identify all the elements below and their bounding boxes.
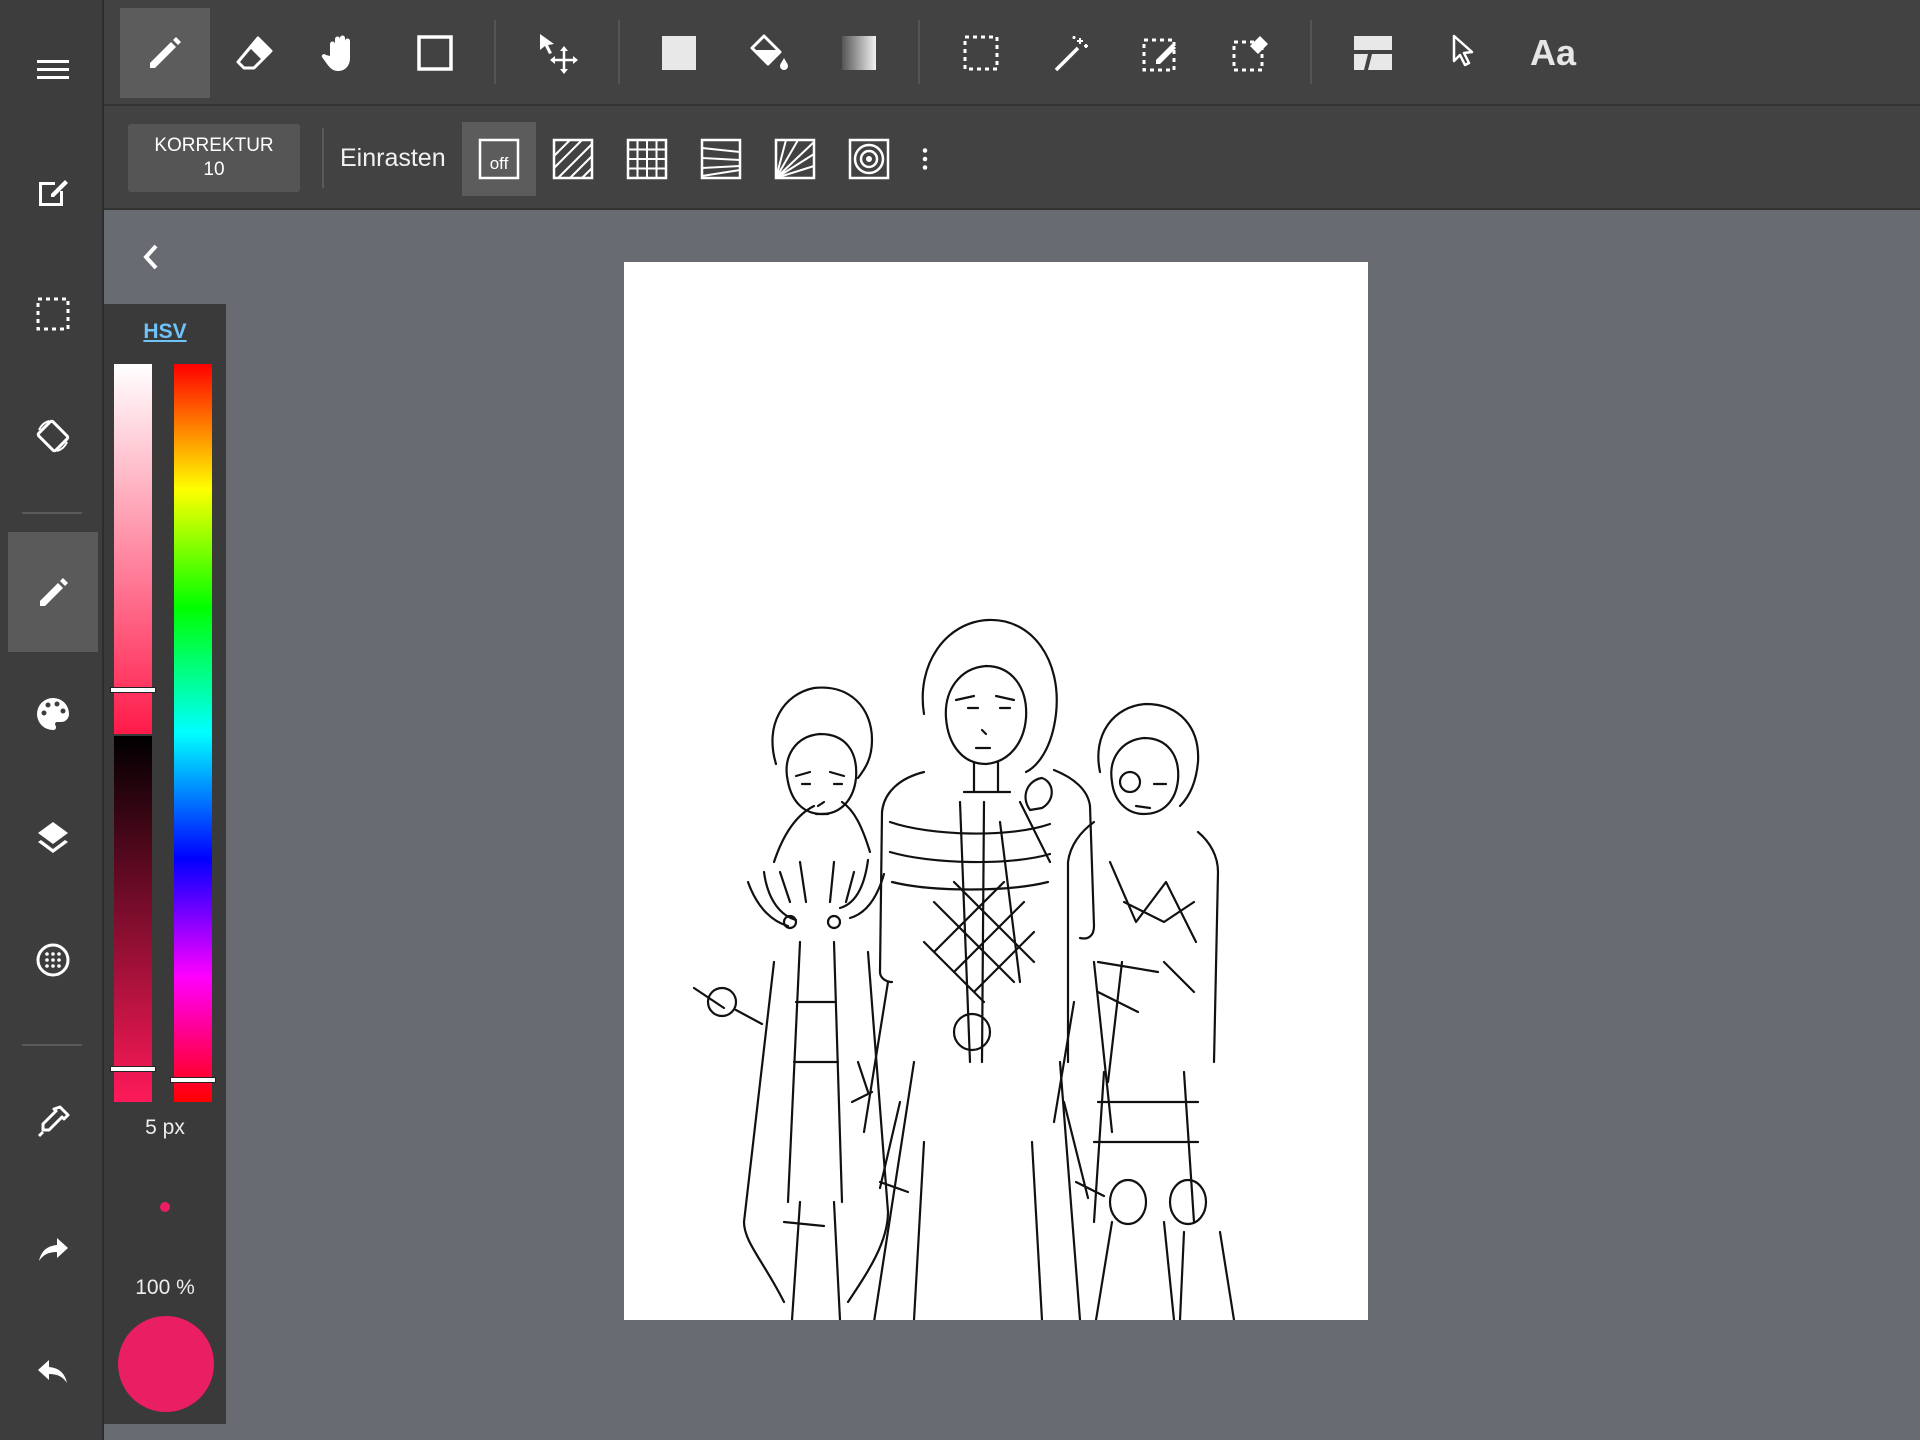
undo-icon (38, 1360, 67, 1383)
bucket-tool-button[interactable] (724, 8, 814, 98)
snap-off-button[interactable]: off (462, 122, 536, 196)
hue-slider[interactable] (174, 364, 212, 1102)
snap-grid-icon (626, 138, 668, 180)
shape-icon (417, 35, 453, 71)
undo-button[interactable] (8, 1310, 98, 1430)
move-tool-button[interactable] (512, 8, 602, 98)
saturation-slider[interactable] (114, 364, 152, 734)
redo-icon (39, 1238, 68, 1261)
snap-label: Einrasten (340, 144, 446, 172)
snap-parallel-icon (552, 138, 594, 180)
snap-perspective-icon (700, 138, 742, 180)
pen-button[interactable] (8, 532, 98, 652)
toolbar-divider (1310, 20, 1312, 84)
snap-radial-icon (774, 138, 816, 180)
top-toolbar: Aa (104, 0, 1920, 106)
more-options-button[interactable] (900, 122, 950, 196)
value-slider[interactable] (114, 736, 152, 1102)
fill-rect-icon (662, 36, 696, 70)
select-pen-icon (1142, 38, 1176, 72)
rotate-screen-icon (36, 419, 70, 453)
eraser-icon (236, 36, 273, 70)
material-icon (36, 943, 70, 977)
more-vert-icon (922, 148, 928, 170)
text-icon: Aa (1529, 32, 1577, 73)
sidebar-divider (22, 1044, 82, 1046)
color-mode-toggle[interactable]: HSV (104, 320, 226, 344)
snap-circle-icon (848, 138, 890, 180)
bucket-icon (750, 34, 788, 70)
layers-icon (38, 822, 68, 853)
current-color-swatch[interactable] (118, 1316, 214, 1412)
gradient-tool-button[interactable] (814, 8, 904, 98)
snap-off-icon: off (478, 138, 520, 180)
hand-tool-button[interactable] (296, 8, 386, 98)
magic-wand-tool-button[interactable] (1026, 8, 1116, 98)
magic-wand-icon (1054, 36, 1088, 72)
pen-icon (40, 578, 68, 606)
saturation-handle[interactable] (110, 686, 156, 693)
collapse-panel-button[interactable] (134, 238, 168, 276)
chevron-left-icon (143, 244, 158, 270)
brush-size-preview (160, 1202, 170, 1212)
shape-tool-button[interactable] (390, 8, 480, 98)
snap-perspective-button[interactable] (684, 122, 758, 196)
frame-divider-icon (1354, 36, 1392, 70)
toolbar-divider (494, 20, 496, 84)
selection-button[interactable] (8, 254, 98, 374)
pen-icon (150, 37, 181, 68)
opacity-label[interactable]: 100 % (104, 1276, 226, 1300)
move-icon (540, 34, 578, 74)
snap-radial-button[interactable] (758, 122, 832, 196)
snap-off-label: off (490, 154, 509, 173)
layers-button[interactable] (8, 776, 98, 896)
subbar-divider (322, 128, 324, 188)
toolbar-divider (918, 20, 920, 84)
hue-handle[interactable] (170, 1076, 216, 1083)
redo-button[interactable] (8, 1188, 98, 1308)
fill-rect-tool-button[interactable] (634, 8, 724, 98)
eyedropper-button[interactable] (8, 1062, 98, 1182)
frame-divider-tool-button[interactable] (1328, 8, 1418, 98)
menu-button[interactable] (8, 10, 98, 130)
material-button[interactable] (8, 900, 98, 1020)
pointer-tool-button[interactable] (1418, 8, 1508, 98)
select-eraser-tool-button[interactable] (1206, 8, 1296, 98)
palette-icon (37, 698, 69, 730)
eraser-tool-button[interactable] (210, 8, 300, 98)
correction-value: 10 (203, 159, 225, 180)
tool-options-bar: KORREKTUR 10 Einrasten off (104, 106, 1920, 210)
menu-icon (37, 60, 69, 79)
hand-icon (321, 35, 350, 71)
select-pen-tool-button[interactable] (1116, 8, 1206, 98)
value-handle[interactable] (110, 1066, 156, 1073)
drawing-canvas[interactable] (624, 262, 1368, 1320)
color-panel: HSV 5 px 100 % (104, 304, 226, 1424)
sidebar-divider (22, 512, 82, 514)
select-rect-tool-button[interactable] (936, 8, 1026, 98)
toolbar-divider (618, 20, 620, 84)
text-tool-button[interactable]: Aa (1508, 8, 1598, 98)
rotate-screen-button[interactable] (8, 376, 98, 496)
brush-size-label[interactable]: 5 px (104, 1116, 226, 1140)
eyedropper-icon (37, 1105, 70, 1138)
correction-label: KORREKTUR (154, 135, 274, 156)
correction-button[interactable]: KORREKTUR 10 (128, 124, 300, 192)
snap-grid-button[interactable] (610, 122, 684, 196)
edit-document-button[interactable] (8, 132, 98, 252)
snap-parallel-button[interactable] (536, 122, 610, 196)
left-sidebar (0, 0, 104, 1440)
palette-button[interactable] (8, 654, 98, 774)
gradient-icon (842, 36, 876, 70)
edit-document-icon (39, 180, 68, 206)
pen-tool-button[interactable] (120, 8, 210, 98)
selection-icon (36, 297, 70, 331)
select-rect-icon (963, 35, 999, 71)
pointer-icon (1452, 34, 1474, 67)
snap-circle-button[interactable] (832, 122, 906, 196)
line-art-illustration (692, 618, 1236, 1320)
select-eraser-icon (1232, 36, 1268, 72)
